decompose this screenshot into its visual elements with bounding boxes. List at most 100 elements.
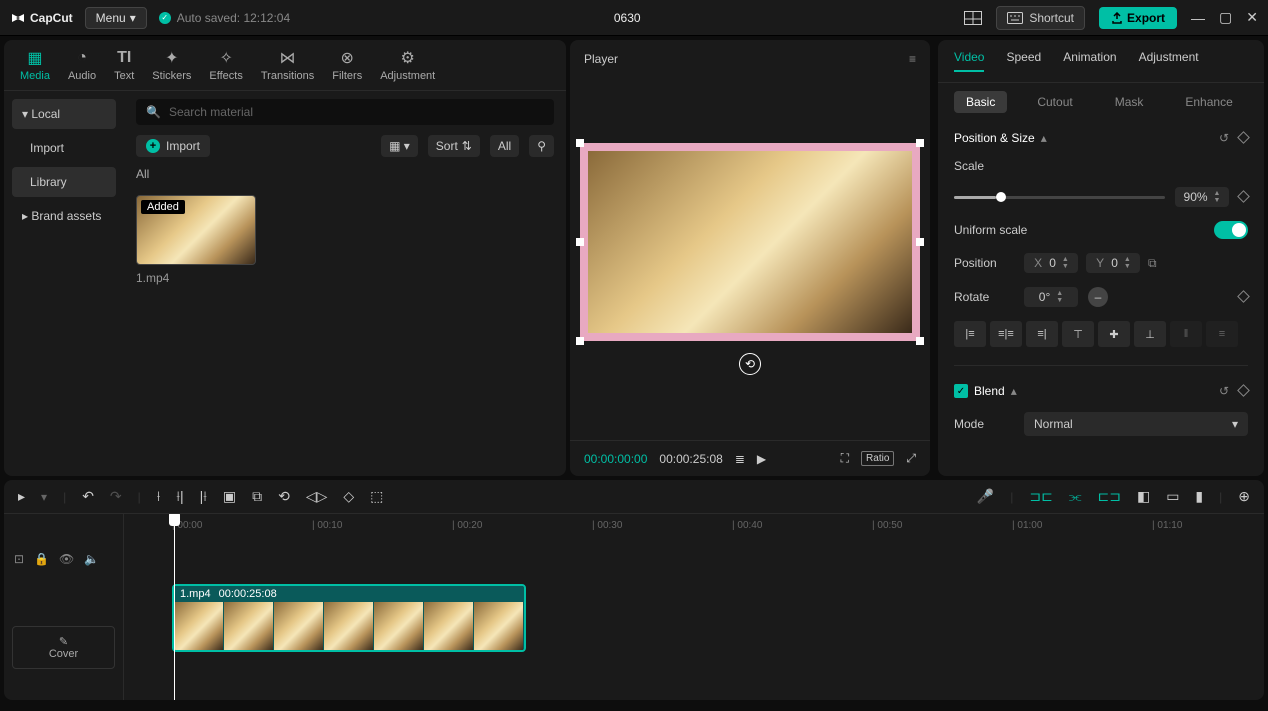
sort-button[interactable]: Sort ⇅ <box>428 135 480 157</box>
blend-reset-icon[interactable]: ↺ <box>1219 384 1229 398</box>
tab-media[interactable]: ▦Media <box>20 48 50 82</box>
blend-mode-dropdown[interactable]: Normal▾ <box>1024 412 1248 436</box>
tab-transitions[interactable]: ⋈Transitions <box>261 48 314 82</box>
list-icon[interactable]: ≣ <box>735 452 745 466</box>
fullscreen-button[interactable]: ⤢ <box>906 451 916 466</box>
resize-handle[interactable] <box>576 337 584 345</box>
resize-handle[interactable] <box>576 238 584 246</box>
player-menu-icon[interactable]: ≡ <box>909 52 916 66</box>
reverse-button[interactable]: ⟲ <box>278 488 290 505</box>
align-bottom-button[interactable]: ⊥ <box>1134 321 1166 347</box>
subtab-cutout[interactable]: Cutout <box>1025 91 1084 113</box>
sidebar-item-local[interactable]: ▾ Local <box>12 99 116 129</box>
redo-button[interactable]: ↷ <box>110 488 122 505</box>
resize-handle[interactable] <box>916 139 924 147</box>
subtab-basic[interactable]: Basic <box>954 91 1007 113</box>
rotate-keyframe-icon[interactable] <box>1239 290 1248 304</box>
track-eye-icon[interactable]: 👁 <box>59 552 74 566</box>
subtab-enhance[interactable]: Enhance <box>1173 91 1244 113</box>
minimize-button[interactable]: — <box>1191 10 1205 26</box>
align-center-v-button[interactable]: ✚ <box>1098 321 1130 347</box>
tab-filters[interactable]: ⊗Filters <box>332 48 362 82</box>
timeline-ruler[interactable]: | 00:00| 00:10| 00:20| 00:30| 00:40| 00:… <box>124 514 1264 542</box>
sidebar-item-brand[interactable]: ▸ Brand assets <box>12 201 116 231</box>
player-canvas[interactable] <box>580 143 920 341</box>
uniform-scale-toggle[interactable] <box>1214 221 1248 239</box>
resize-handle[interactable] <box>916 238 924 246</box>
position-x-input[interactable]: X0▲▼ <box>1024 253 1078 273</box>
align-left-button[interactable]: |≡ <box>954 321 986 347</box>
track-mute-icon[interactable]: 🔈 <box>84 552 99 566</box>
tab-adjustment[interactable]: ⚙Adjustment <box>380 48 435 82</box>
pointer-tool[interactable]: ▸ <box>18 488 25 505</box>
mic-button[interactable]: 🎤 <box>977 488 994 505</box>
position-y-input[interactable]: Y0▲▼ <box>1086 253 1140 273</box>
subtab-mask[interactable]: Mask <box>1103 91 1156 113</box>
duplicate-button[interactable]: ⧉ <box>252 488 262 505</box>
scale-icon[interactable]: ⛶ <box>841 451 849 466</box>
mirror-button[interactable]: ◁▷ <box>306 488 328 505</box>
playhead[interactable] <box>174 514 175 700</box>
media-thumbnail[interactable]: Added 1.mp4 <box>136 195 256 285</box>
rotate-dial[interactable]: – <box>1088 287 1108 307</box>
tab-stickers[interactable]: ✦Stickers <box>152 48 191 82</box>
ratio-button[interactable]: Ratio <box>861 451 894 466</box>
menu-button[interactable]: Menu▾ <box>85 7 147 29</box>
split-left-button[interactable]: ⟊| <box>176 488 183 505</box>
scale-slider[interactable] <box>954 196 1165 199</box>
magnet-button[interactable]: ⊐⊏ <box>1029 488 1052 505</box>
blend-checkbox[interactable]: ✓ <box>954 384 968 398</box>
marker-button[interactable]: ▮ <box>1195 488 1203 505</box>
export-button[interactable]: Export <box>1099 7 1177 29</box>
distribute-v-button[interactable]: ≡ <box>1206 321 1238 347</box>
rotate-handle-icon[interactable]: ⟲ <box>739 353 761 375</box>
import-button[interactable]: +Import <box>136 135 210 157</box>
tab-speed[interactable]: Speed <box>1006 50 1041 72</box>
rotate-input[interactable]: 0°▲▼ <box>1024 287 1078 307</box>
track-button[interactable]: ▭ <box>1166 488 1179 505</box>
undo-button[interactable]: ↶ <box>82 488 94 505</box>
filter-all-button[interactable]: All <box>490 135 519 157</box>
tab-animation[interactable]: Animation <box>1063 50 1116 72</box>
track-visible-icon[interactable]: ⊡ <box>14 552 24 566</box>
tab-effects[interactable]: ✧Effects <box>209 48 242 82</box>
layout-icon[interactable] <box>964 11 982 25</box>
resize-handle[interactable] <box>916 337 924 345</box>
link-button[interactable]: ⫘ <box>1069 488 1082 505</box>
sidebar-item-library[interactable]: Library <box>12 167 116 197</box>
tab-text[interactable]: TIText <box>114 48 134 82</box>
sidebar-item-import[interactable]: Import <box>12 133 116 163</box>
snap-button[interactable]: ⊏⊐ <box>1097 488 1120 505</box>
align-center-h-button[interactable]: ≡|≡ <box>990 321 1022 347</box>
split-right-button[interactable]: |⟊ <box>200 488 207 505</box>
shortcut-button[interactable]: Shortcut <box>996 6 1085 30</box>
keyframe-icon[interactable] <box>1239 131 1248 145</box>
scale-value-input[interactable]: 90%▲▼ <box>1175 187 1229 207</box>
tab-video[interactable]: Video <box>954 50 984 72</box>
scale-keyframe-icon[interactable] <box>1239 190 1248 204</box>
align-top-button[interactable]: ⊤ <box>1062 321 1094 347</box>
search-input[interactable]: 🔍 Search material <box>136 99 554 125</box>
track-lock-icon[interactable]: 🔒 <box>34 552 49 566</box>
filter-button[interactable]: ⚲ <box>529 135 554 157</box>
preview-button[interactable]: ◧ <box>1137 488 1150 505</box>
play-button[interactable]: ▶ <box>757 452 766 466</box>
link-xy-icon[interactable]: ⧉ <box>1148 256 1157 271</box>
cover-button[interactable]: ✎Cover <box>12 626 115 669</box>
tab-adjustment-insp[interactable]: Adjustment <box>1139 50 1199 72</box>
zoom-fit-button[interactable]: ⊕ <box>1238 488 1250 505</box>
tab-audio[interactable]: ◔Audio <box>68 48 96 82</box>
section-position-size[interactable]: Position & Size▴ ↺ <box>954 131 1248 145</box>
close-button[interactable]: ✕ <box>1246 9 1258 26</box>
resize-handle[interactable] <box>576 139 584 147</box>
crop-ratio-button[interactable]: ⬚ <box>370 488 383 505</box>
timeline-clip[interactable]: 1.mp400:00:25:08 <box>172 584 526 652</box>
rotate-button[interactable]: ◇ <box>343 488 354 505</box>
align-right-button[interactable]: ≡| <box>1026 321 1058 347</box>
crop-button[interactable]: ▣ <box>223 488 236 505</box>
grid-view-button[interactable]: ▦ ▾ <box>381 135 418 157</box>
split-button[interactable]: ⟊ <box>157 488 161 505</box>
distribute-h-button[interactable]: ‖ <box>1170 321 1202 347</box>
blend-keyframe-icon[interactable] <box>1239 384 1248 398</box>
maximize-button[interactable]: ▢ <box>1219 9 1232 26</box>
